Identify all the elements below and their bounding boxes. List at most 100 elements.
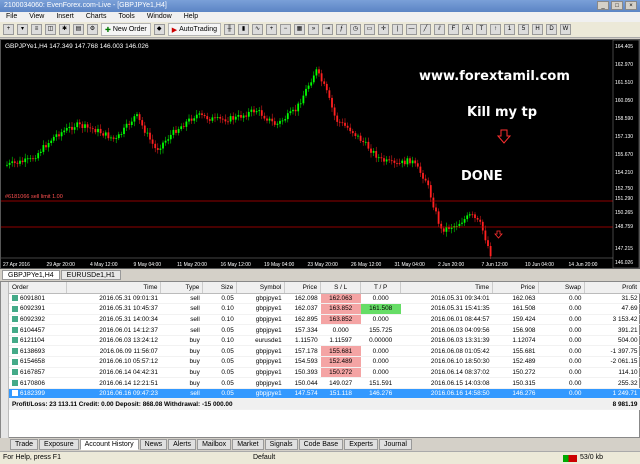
tile-windows-icon[interactable]: ▦ <box>293 24 305 35</box>
candle-body <box>234 116 237 120</box>
period-m1-icon[interactable]: 1 <box>503 24 515 35</box>
tab-news[interactable]: News <box>139 439 168 450</box>
menu-charts[interactable]: Charts <box>86 13 107 21</box>
table-row[interactable]: 6167857 2016.06.14 04:42:31 buy 0.05 gbpjpye… <box>9 367 640 379</box>
menu-view[interactable]: View <box>29 13 44 21</box>
col-tp[interactable]: T / P <box>360 282 402 294</box>
tab-code-base[interactable]: Code Base <box>298 439 344 450</box>
menu-tools[interactable]: Tools <box>118 13 134 21</box>
maximize-icon[interactable]: □ <box>611 1 623 10</box>
tab-mailbox[interactable]: Mailbox <box>197 439 232 450</box>
templates-icon[interactable]: ▭ <box>363 24 375 35</box>
col-close-time[interactable]: Time <box>400 282 494 294</box>
new-chart-icon[interactable]: + <box>3 24 14 35</box>
candle-body <box>203 115 206 117</box>
profiles-icon[interactable]: ▾ <box>17 24 28 35</box>
vertical-line-icon[interactable]: | <box>391 24 403 35</box>
chart-canvas[interactable]: GBPJPYe1,H4 147.349 147.768 146.003 146.… <box>1 40 639 268</box>
indicators-icon[interactable]: ƒ <box>335 24 347 35</box>
label-icon[interactable]: T <box>475 24 487 35</box>
table-row[interactable]: 6104457 2016.06.01 14:12:37 sell 0.05 gbpjpy… <box>9 324 640 336</box>
col-size[interactable]: Size <box>202 282 238 294</box>
col-open-time[interactable]: Time <box>66 282 162 294</box>
tab-trade[interactable]: Trade <box>10 439 39 450</box>
cell-swap: 0.00 <box>538 303 585 315</box>
table-row[interactable]: 6170806 2016.06.14 12:21:51 buy 0.05 gbpjpye… <box>9 377 640 389</box>
cell-open-time: 2016.06.16 09:47:23 <box>66 388 161 400</box>
cell-open-time: 2016.05.31 09:01:31 <box>66 293 161 305</box>
col-order[interactable]: Order <box>9 282 68 294</box>
chart-tab-eurusd[interactable]: EURUSDe1,H1 <box>60 270 121 280</box>
minimize-icon[interactable]: _ <box>597 1 609 10</box>
col-profit[interactable]: Profit <box>584 282 640 294</box>
col-type[interactable]: Type <box>160 282 204 294</box>
candle-chart-icon[interactable]: ▮ <box>237 24 249 35</box>
period-d1-icon[interactable]: D <box>545 24 557 35</box>
period-w1-icon[interactable]: W <box>559 24 571 35</box>
fibonacci-icon[interactable]: F <box>447 24 459 35</box>
cell-text: 0.00000 <box>369 337 393 345</box>
candle-body <box>429 185 432 198</box>
table-row[interactable]: 6092391 2016.05.31 10:45:37 sell 0.10 gbpjpy… <box>9 303 640 315</box>
cell-profit: 504.00 <box>584 335 640 347</box>
auto-scroll-icon[interactable]: » <box>307 24 319 35</box>
menu-help[interactable]: Help <box>184 13 198 21</box>
cell-order: 6092392 <box>9 314 67 326</box>
candle-body <box>250 109 253 112</box>
period-h1-icon[interactable]: H <box>531 24 543 35</box>
chart-shift-icon[interactable]: ⇥ <box>321 24 333 35</box>
col-swap[interactable]: Swap <box>538 282 585 294</box>
table-row[interactable]: 6092392 2016.05.31 14:00:34 sell 0.10 gbpjpy… <box>9 314 640 326</box>
chart-tab-gbpjpy[interactable]: GBPJPYe1,H4 <box>2 270 60 280</box>
tab-account-history[interactable]: Account History <box>79 439 139 450</box>
candle-body <box>349 127 352 132</box>
arrows-icon[interactable]: ↑ <box>489 24 501 35</box>
bar-chart-icon[interactable]: ╫ <box>223 24 235 35</box>
terminal-icon[interactable]: ▤ <box>73 24 84 35</box>
auto-trading-button[interactable]: ▶ AutoTrading <box>167 23 221 36</box>
zoom-out-icon[interactable]: − <box>279 24 291 35</box>
table-row[interactable]: 6091801 2016.05.31 09:01:31 sell 0.05 gbpjpy… <box>9 293 640 305</box>
tab-market[interactable]: Market <box>232 439 264 450</box>
table-row[interactable]: 6154658 2016.06.10 05:57:12 buy 0.05 gbpjpye… <box>9 356 640 368</box>
tab-journal[interactable]: Journal <box>378 439 412 450</box>
cell-type: buy <box>160 377 203 389</box>
periods-icon[interactable]: ◷ <box>349 24 361 35</box>
data-window-icon[interactable]: ◫ <box>45 24 56 35</box>
market-watch-icon[interactable]: ≡ <box>31 24 42 35</box>
period-m5-icon[interactable]: 5 <box>517 24 529 35</box>
price-chart[interactable]: GBPJPYe1,H4 147.349 147.768 146.003 146.… <box>0 39 640 269</box>
menu-window[interactable]: Window <box>147 13 172 21</box>
col-symbol[interactable]: Symbol <box>236 282 286 294</box>
menu-file[interactable]: File <box>6 13 17 21</box>
table-row[interactable]: 6121104 2016.06.03 13:24:12 buy 0.10 eurusde… <box>9 335 640 347</box>
col-close-price[interactable]: Price <box>492 282 539 294</box>
horizontal-line-icon[interactable]: — <box>405 24 417 35</box>
candle-body <box>331 97 333 108</box>
metaeditor-icon[interactable]: ◆ <box>153 24 165 35</box>
close-icon[interactable]: × <box>625 1 637 10</box>
cell-tp: 0.000 <box>360 293 401 305</box>
tab-signals[interactable]: Signals <box>264 439 298 450</box>
cell-text: sell <box>190 326 200 334</box>
candle-body <box>354 133 357 136</box>
candle-body <box>398 163 401 164</box>
channel-icon[interactable]: ⫽ <box>433 24 445 35</box>
text-icon[interactable]: A <box>461 24 473 35</box>
tester-icon[interactable]: ⚙ <box>87 24 98 35</box>
trendline-icon[interactable]: ╱ <box>419 24 431 35</box>
crosshair-icon[interactable]: ✛ <box>377 24 389 35</box>
table-row[interactable]: 6182399 2016.06.16 09:47:23 sell 0.05 gbpjpy… <box>9 388 640 400</box>
line-chart-icon[interactable]: ∿ <box>251 24 263 35</box>
zoom-in-icon[interactable]: + <box>265 24 277 35</box>
col-open-price[interactable]: Price <box>284 282 322 294</box>
tab-alerts[interactable]: Alerts <box>168 439 197 450</box>
table-row[interactable]: 6138693 2016.06.09 11:56:07 buy 0.05 gbpjpye… <box>9 345 640 358</box>
navigator-icon[interactable]: ✱ <box>59 24 70 35</box>
col-sl[interactable]: S / L <box>320 282 362 294</box>
new-order-button[interactable]: ✚ New Order <box>101 23 151 36</box>
cell-text: -1 397.75 <box>610 347 638 355</box>
menu-insert[interactable]: Insert <box>56 13 74 21</box>
tab-exposure[interactable]: Exposure <box>39 439 79 450</box>
tab-experts[interactable]: Experts <box>344 439 378 450</box>
